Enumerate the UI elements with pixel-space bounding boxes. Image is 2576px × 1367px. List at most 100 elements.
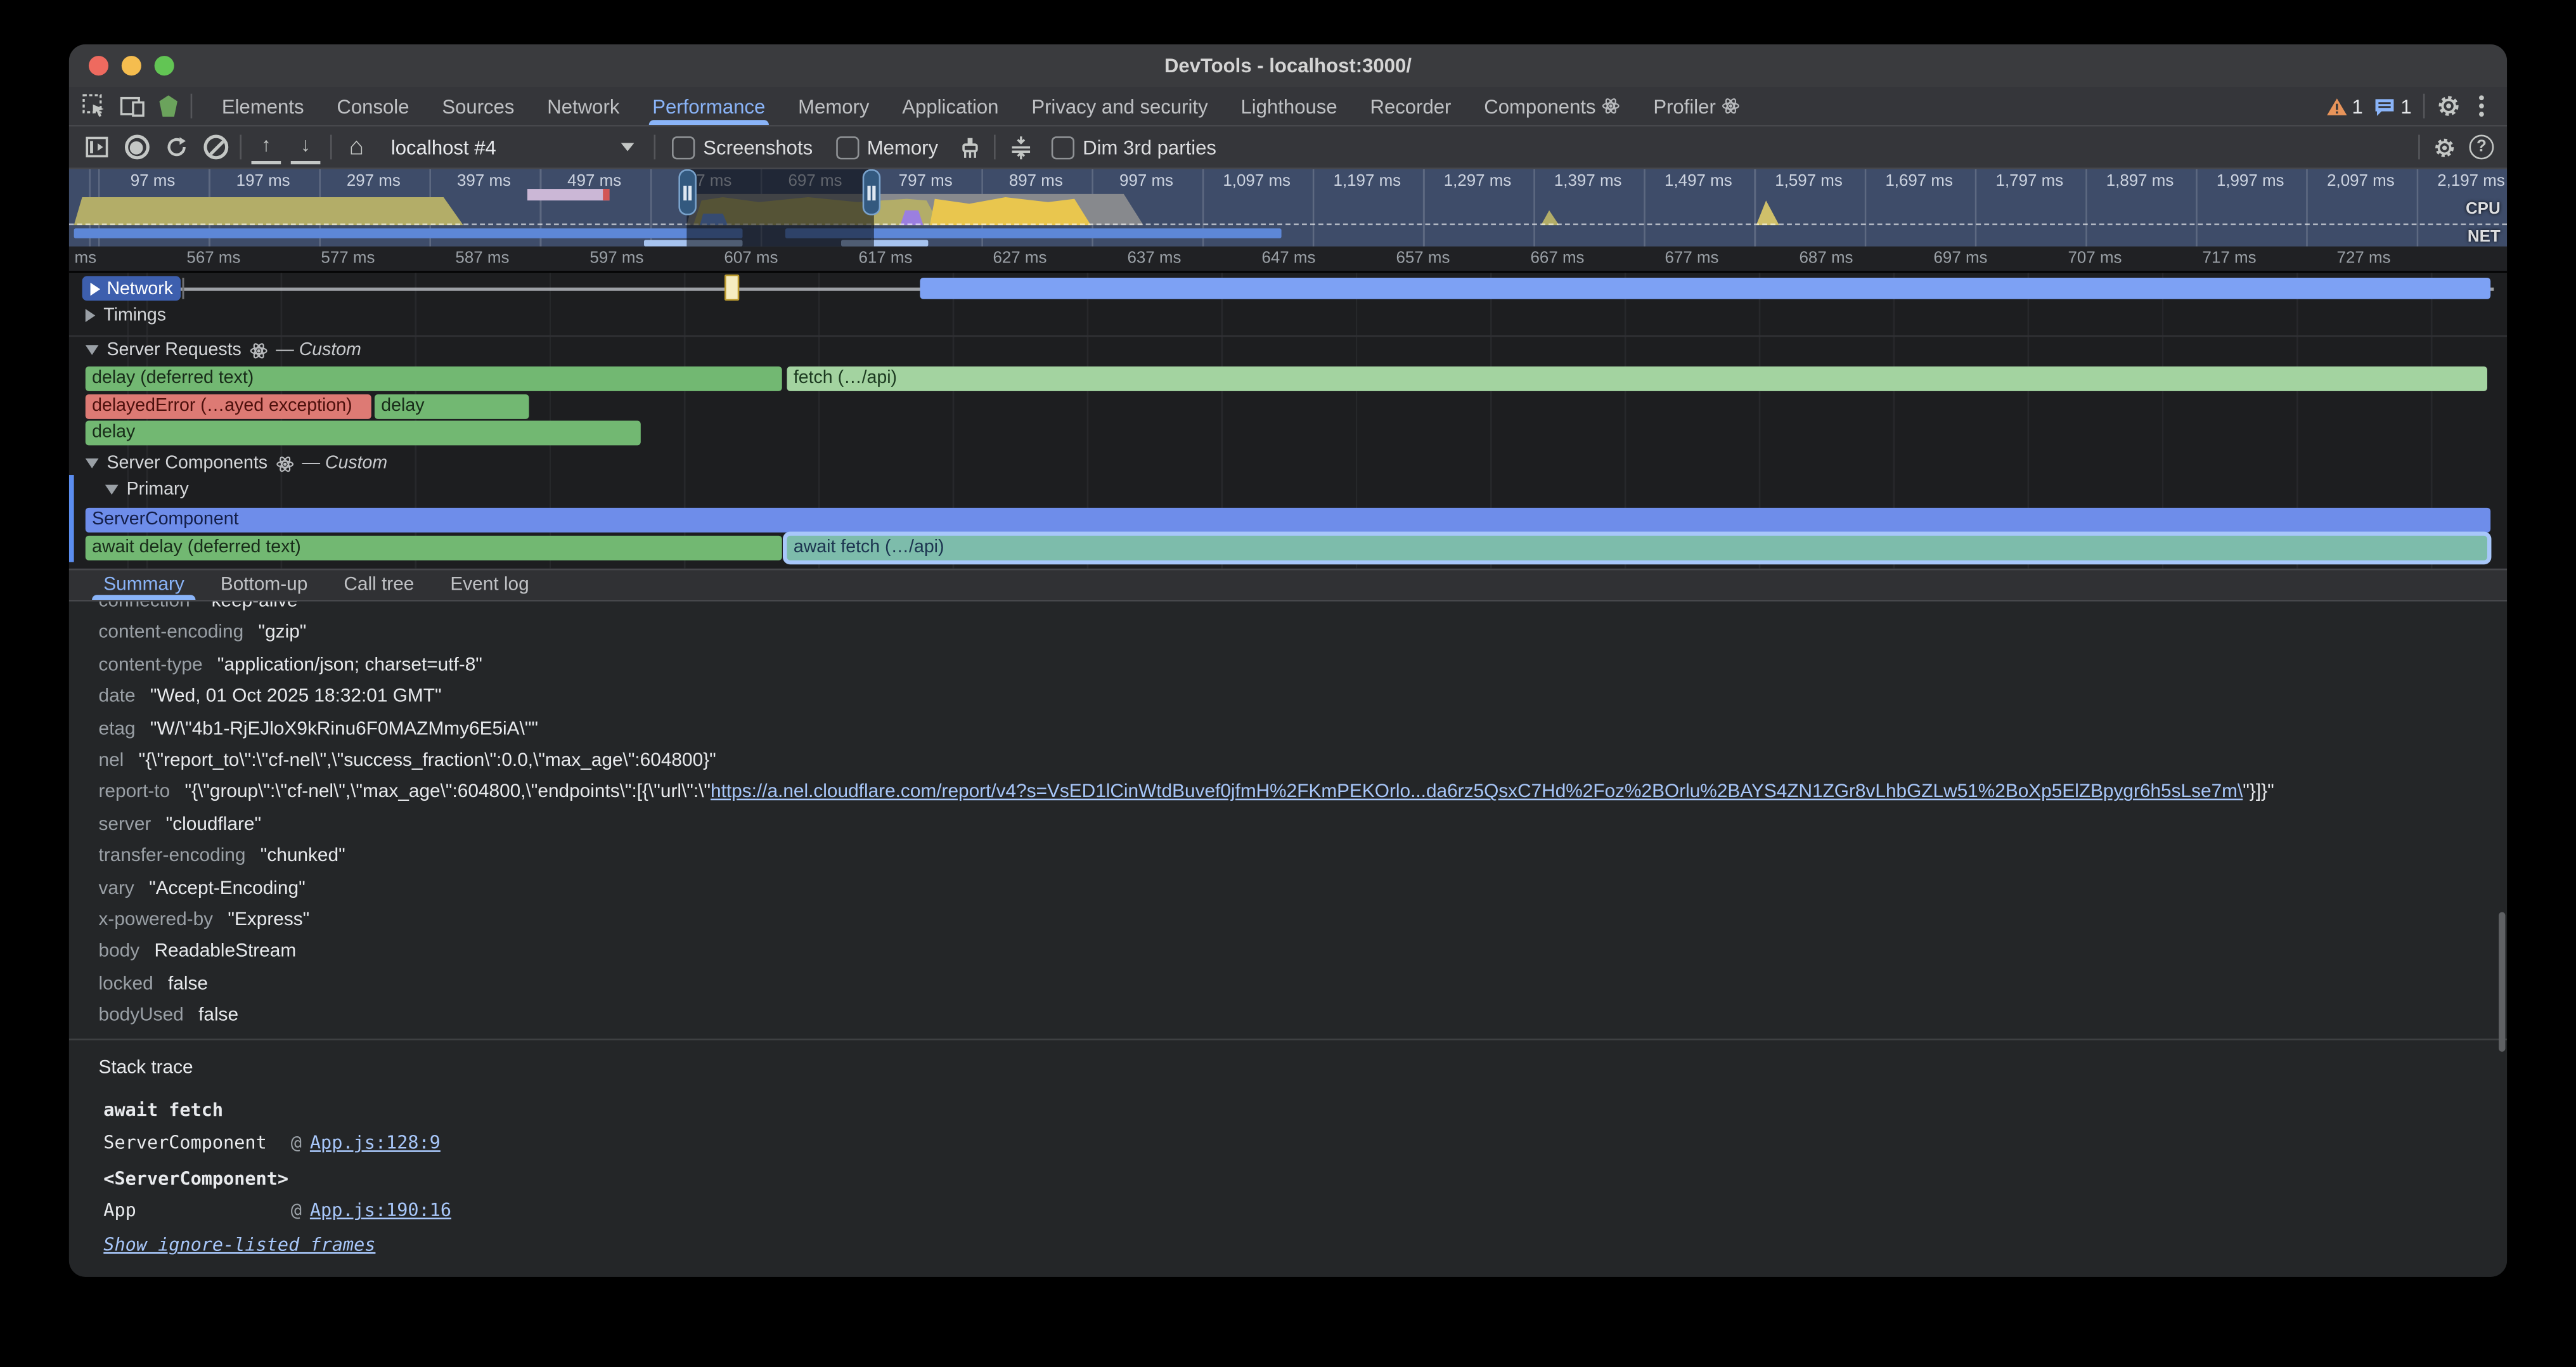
header-row-etag: etag"W/\"4b1-RjEJloX9kRinu6F0MAZMmy6E5iA… [99, 714, 2508, 746]
save-profile-icon[interactable]: ↑ [252, 130, 281, 164]
settings-gear-icon[interactable] [2437, 94, 2461, 119]
ruler-tick-label: 707 ms [2045, 250, 2144, 268]
bottom-tab-summary[interactable]: Summary [86, 570, 203, 600]
history-select[interactable]: localhost #4 [381, 133, 644, 162]
header-key: bodyUsed [99, 1006, 184, 1025]
track-header-server-requests[interactable]: Server Requests — Custom [86, 340, 361, 360]
flame-bar-await-fetch-api-[interactable]: await fetch (…/api) [787, 536, 2487, 560]
record-button[interactable] [122, 133, 151, 162]
bottom-tab-call-tree[interactable]: Call tree [326, 570, 432, 600]
report-to-url-link[interactable]: https://a.nel.cloudflare.com/report/v4?s… [711, 783, 2243, 803]
divider [654, 135, 656, 160]
warnings-badge[interactable]: 1 [2326, 94, 2363, 117]
react-atom-icon [276, 455, 294, 473]
ruler-tick-label: 677 ms [1642, 250, 1741, 268]
ruler-tick-label: 647 ms [1239, 250, 1338, 268]
flamechart-tracks[interactable]: Network Timings Server Requests — Custom… [69, 273, 2507, 569]
tab-elements[interactable]: Elements [205, 87, 321, 125]
show-ignore-listed-frames-link[interactable]: Show ignore-listed frames [103, 1234, 375, 1255]
timings-track-label: Timings [103, 306, 166, 325]
scrollbar-thumb[interactable] [2499, 912, 2505, 1051]
tab-label: Memory [798, 94, 869, 117]
bottom-tab-event-log[interactable]: Event log [432, 570, 547, 600]
tab-lighthouse[interactable]: Lighthouse [1225, 87, 1354, 125]
clear-button[interactable] [200, 133, 230, 162]
header-key: nel [99, 751, 124, 770]
device-toolbar-icon[interactable] [120, 94, 146, 117]
track-header-network[interactable]: Network [82, 276, 181, 301]
tab-performance[interactable]: Performance [636, 87, 782, 125]
header-value: "gzip" [259, 623, 307, 643]
flame-bar-await-delay-deferred-text-[interactable]: await delay (deferred text) [86, 536, 782, 560]
more-options-kebab-icon[interactable] [2479, 103, 2484, 108]
track-header-primary[interactable]: Primary [105, 480, 189, 500]
tab-console[interactable]: Console [320, 87, 425, 125]
message-bubble-icon [2374, 96, 2396, 116]
load-profile-icon[interactable]: ↓ [291, 130, 321, 164]
header-value: false [198, 1006, 238, 1025]
help-icon[interactable]: ? [2469, 135, 2494, 160]
custom-suffix-label: — Custom [302, 453, 387, 473]
tab-label: Components [1484, 94, 1595, 117]
tab-sources[interactable]: Sources [425, 87, 531, 125]
header-value: "Wed, 01 Oct 2025 18:32:01 GMT" [150, 687, 442, 707]
selection-window[interactable] [686, 169, 873, 247]
tab-label: Lighthouse [1240, 94, 1337, 117]
timeline-overview[interactable]: 97 ms197 ms297 ms397 ms497 ms597 ms697 m… [69, 169, 2507, 247]
record-and-reload-button[interactable] [161, 133, 191, 162]
header-key: etag [99, 719, 136, 739]
network-request-bar[interactable] [920, 278, 2490, 299]
frame-source-link[interactable]: App.js:128:9 [310, 1132, 441, 1154]
ruler-tick-label: 697 ms [1911, 250, 2010, 268]
extension-gem-icon[interactable] [159, 95, 177, 117]
bottom-tab-bottom-up[interactable]: Bottom-up [202, 570, 326, 600]
live-metrics-home-icon[interactable]: ⌂ [342, 133, 371, 162]
tab-profiler[interactable]: Profiler [1637, 87, 1756, 125]
memory-checkbox[interactable]: Memory [835, 136, 938, 159]
screenshots-checkbox[interactable]: Screenshots [672, 136, 813, 159]
divider [2418, 135, 2420, 160]
frame-source-link[interactable]: App.js:190:16 [310, 1200, 451, 1222]
header-row-content-encoding: content-encoding"gzip" [99, 619, 2508, 651]
tab-privacy-and-security[interactable]: Privacy and security [1015, 87, 1224, 125]
tab-network[interactable]: Network [531, 87, 636, 125]
header-row-transfer-encoding: transfer-encoding"chunked" [99, 841, 2508, 873]
dim-third-parties-checkbox[interactable]: Dim 3rd parties [1052, 136, 1216, 159]
tab-application[interactable]: Application [886, 87, 1015, 125]
flame-bar-delay[interactable]: delay [375, 394, 529, 419]
issues-badge[interactable]: 1 [2374, 94, 2412, 117]
selection-handle-right[interactable] [863, 169, 881, 216]
flatten-tracks-icon[interactable] [1005, 133, 1035, 162]
header-row-bodyused: bodyUsed false [99, 1001, 2508, 1033]
response-headers-list: connection"keep-alive"content-encoding"g… [99, 602, 2508, 1033]
flame-bar-delay[interactable]: delay [86, 421, 641, 446]
network-request-selected[interactable] [724, 275, 739, 301]
stack-frame: await fetch [103, 1095, 2507, 1127]
track-header-timings[interactable]: Timings [86, 306, 166, 325]
capture-settings-gear-icon[interactable] [2430, 133, 2459, 162]
expand-triangle-icon [86, 458, 99, 469]
titlebar: DevTools - localhost:3000/ [69, 44, 2507, 87]
ruler-tick-label: 627 ms [970, 250, 1069, 268]
network-track-label: Network [106, 278, 173, 298]
flame-bar-delayederror-ayed-exception-[interactable]: delayedError (…ayed exception) [86, 394, 371, 419]
ruler-tick-label: 657 ms [1374, 250, 1472, 268]
header-row-nel: nel"{\"report_to\":\"cf-nel\",\"success_… [99, 746, 2508, 778]
header-row-x-powered-by: x-powered-by"Express" [99, 905, 2508, 937]
flame-bar-delay-deferred-text-[interactable]: delay (deferred text) [86, 366, 782, 391]
header-value: "Express" [228, 910, 309, 930]
screen: DevTools - localhost:3000/ ElementsConso… [0, 0, 2576, 1367]
tab-memory[interactable]: Memory [782, 87, 886, 125]
collect-garbage-icon[interactable] [955, 133, 984, 162]
track-header-server-components[interactable]: Server Components — Custom [86, 453, 387, 473]
frame-at: @ [291, 1132, 302, 1154]
selection-handle-left[interactable] [678, 169, 697, 216]
flame-bar-fetch-api-[interactable]: fetch (…/api) [787, 366, 2487, 391]
toggle-sidebar-button[interactable] [82, 133, 112, 162]
checkbox-box [835, 136, 858, 159]
tab-components[interactable]: Components [1467, 87, 1637, 125]
inspect-element-icon[interactable] [82, 94, 107, 119]
flame-bar-servercomponent[interactable]: ServerComponent [86, 508, 2490, 533]
tab-recorder[interactable]: Recorder [1354, 87, 1468, 125]
ruler-tick-label: 597 ms [567, 250, 666, 268]
